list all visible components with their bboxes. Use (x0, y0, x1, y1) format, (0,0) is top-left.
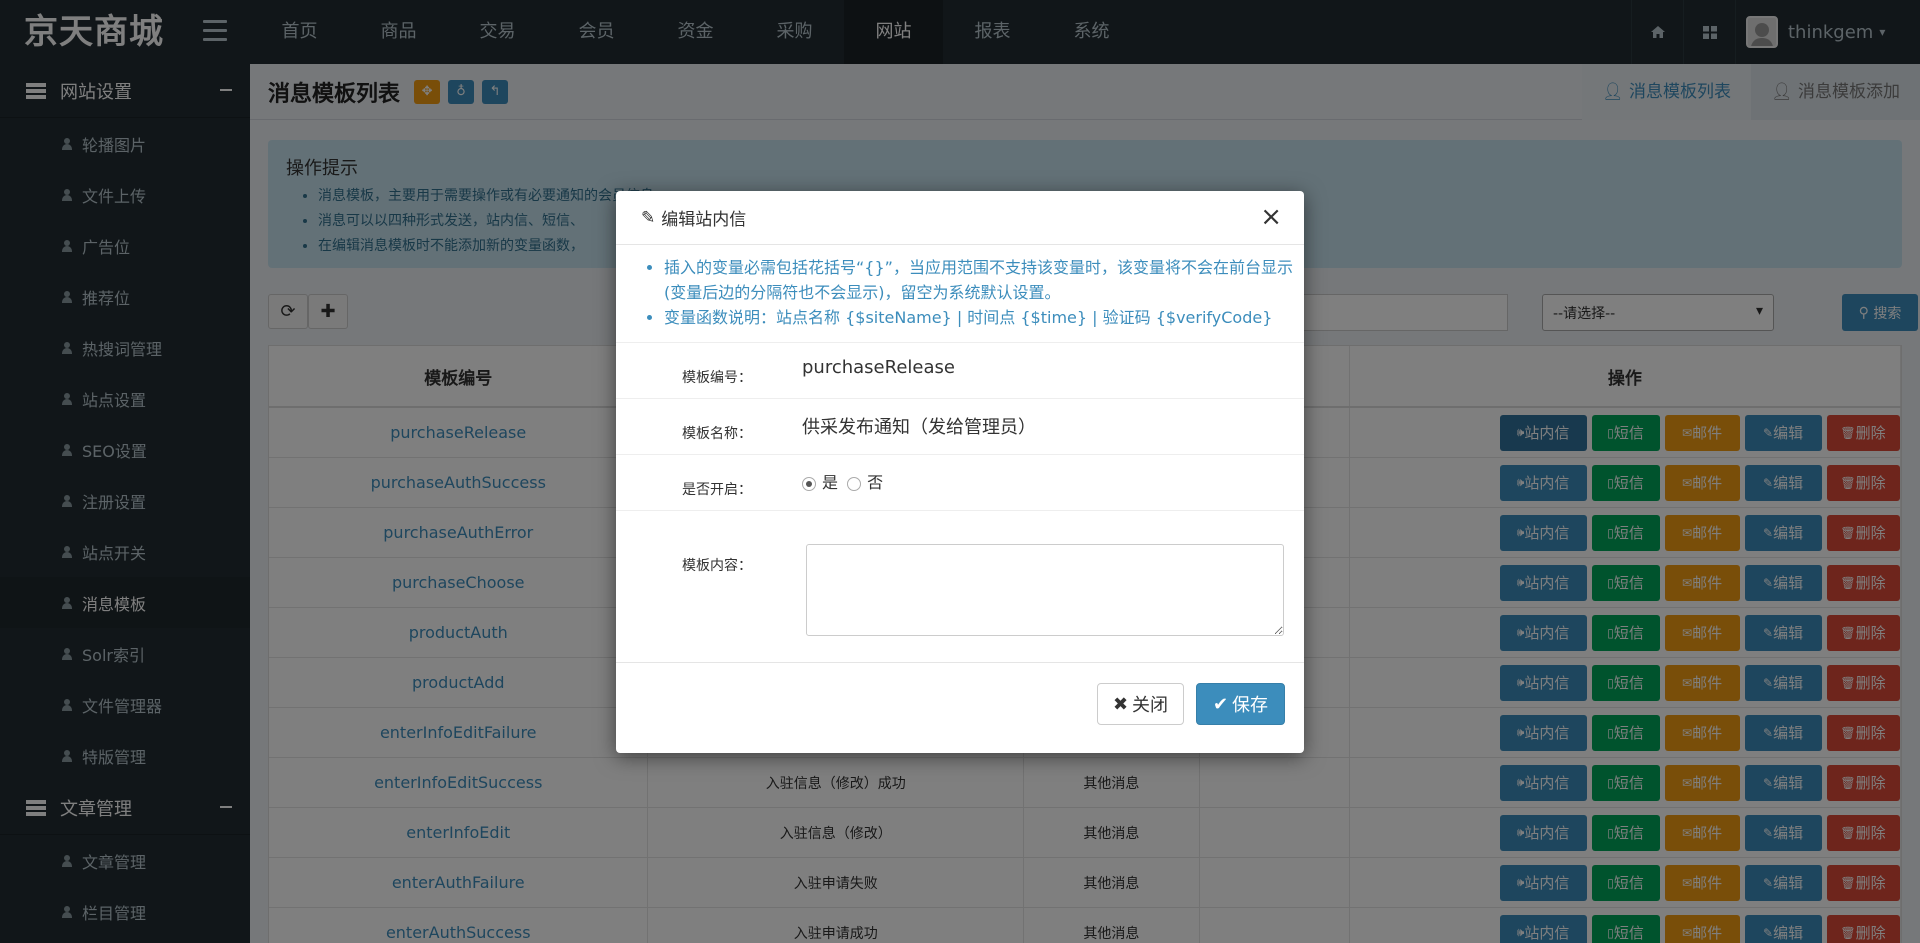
label-name: 模板名称： (682, 426, 752, 442)
modal-tips: 插入的变量必需包括花括号“{}”，当应用范围不支持该变量时，该变量将不会在前台显… (616, 245, 1304, 343)
radio-no[interactable] (847, 476, 862, 491)
modal-header: ✎ 编辑站内信 × (616, 191, 1304, 245)
times-icon: ✖ (1112, 693, 1129, 715)
close-button[interactable]: ✖ 关闭 (1097, 683, 1184, 725)
modal-title: 编辑站内信 (661, 210, 747, 230)
label-code: 模板编号： (682, 370, 752, 386)
radio-no-label: 否 (867, 473, 884, 492)
save-button-label: 保存 (1232, 695, 1269, 716)
label-enabled: 是否开启： (682, 482, 752, 498)
check-icon: ✔ (1212, 693, 1229, 715)
value-name: 供采发布通知（发给管理员） (802, 417, 1036, 438)
save-button[interactable]: ✔ 保存 (1196, 683, 1285, 725)
close-icon[interactable]: × (1260, 204, 1282, 230)
field-enabled: 是否开启： 是 否 (616, 455, 1304, 511)
edit-icon: ✎ (641, 207, 656, 228)
modal-tip: 变量函数说明：站点名称 {$siteName} | 时间点 {$time} | … (664, 305, 1294, 330)
label-content: 模板内容： (682, 558, 752, 574)
field-code: 模板编号： purchaseRelease (616, 343, 1304, 399)
radio-yes-label: 是 (822, 473, 839, 492)
modal-footer: ✖ 关闭 ✔ 保存 (616, 662, 1304, 753)
enabled-options: 是 否 (762, 455, 883, 493)
value-code: purchaseRelease (802, 357, 955, 378)
edit-message-modal: ✎ 编辑站内信 × 插入的变量必需包括花括号“{}”，当应用范围不支持该变量时，… (616, 191, 1304, 753)
radio-yes[interactable] (802, 476, 816, 491)
close-button-label: 关闭 (1132, 695, 1169, 716)
field-name: 模板名称： 供采发布通知（发给管理员） (616, 399, 1304, 455)
content-textarea[interactable] (806, 544, 1284, 636)
modal-tip: 插入的变量必需包括花括号“{}”，当应用范围不支持该变量时，该变量将不会在前台显… (664, 255, 1294, 305)
